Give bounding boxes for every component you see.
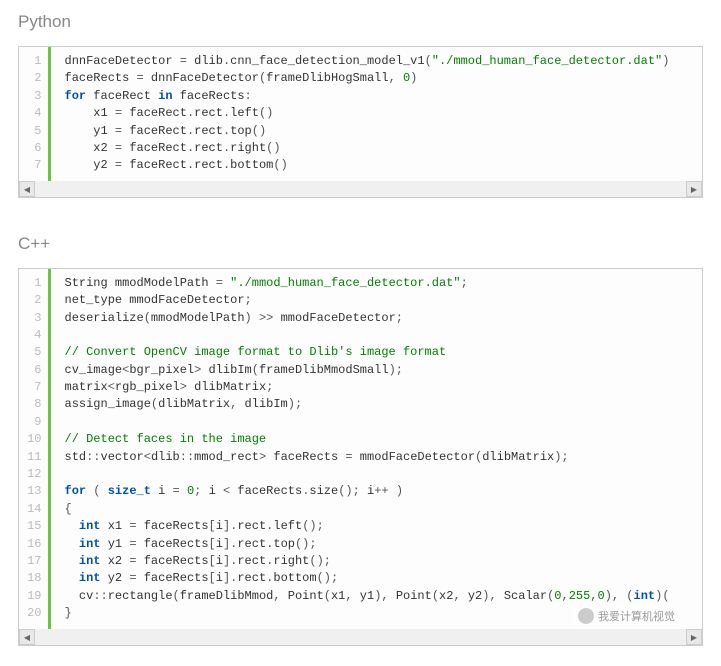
code-line: 3deserialize(mmodModelPath) >> mmodFaceD… [19, 310, 670, 327]
code-line: 4 x1 = faceRect.rect.left() [19, 105, 669, 122]
line-number: 14 [19, 501, 49, 518]
line-number: 16 [19, 536, 49, 553]
code-content: for ( size_t i = 0; i < faceRects.size()… [49, 483, 670, 500]
line-number: 4 [19, 327, 49, 344]
line-number: 3 [19, 88, 49, 105]
code-line: 9 [19, 414, 670, 431]
code-line: 1String mmodModelPath = "./mmod_human_fa… [19, 269, 670, 292]
line-number: 2 [19, 292, 49, 309]
scroll-track[interactable] [35, 181, 686, 197]
code-line: 7 y2 = faceRect.rect.bottom() [19, 157, 669, 180]
section-title-cpp: C++ [18, 234, 703, 254]
code-line: 12 [19, 466, 670, 483]
code-line: 3for faceRect in faceRects: [19, 88, 669, 105]
code-line: 16 int y1 = faceRects[i].rect.top(); [19, 536, 670, 553]
line-number: 2 [19, 70, 49, 87]
code-line: 5 y1 = faceRect.rect.top() [19, 123, 669, 140]
scroll-left-icon[interactable]: ◀ [19, 629, 35, 645]
code-content: int y2 = faceRects[i].rect.bottom(); [49, 570, 670, 587]
code-line: 2net_type mmodFaceDetector; [19, 292, 670, 309]
code-block-cpp: 1String mmodModelPath = "./mmod_human_fa… [18, 268, 703, 646]
line-number: 19 [19, 588, 49, 605]
code-line: 2faceRects = dnnFaceDetector(frameDlibHo… [19, 70, 669, 87]
line-number: 5 [19, 123, 49, 140]
code-content: String mmodModelPath = "./mmod_human_fac… [49, 269, 670, 292]
line-number: 6 [19, 140, 49, 157]
code-content [49, 327, 670, 344]
code-line: 19 cv::rectangle(frameDlibMmod, Point(x1… [19, 588, 670, 605]
code-content: x1 = faceRect.rect.left() [49, 105, 669, 122]
line-number: 18 [19, 570, 49, 587]
code-content: int y1 = faceRects[i].rect.top(); [49, 536, 670, 553]
code-scroll-area[interactable]: 1dnnFaceDetector = dlib.cnn_face_detecti… [19, 47, 702, 181]
scroll-right-icon[interactable]: ▶ [686, 181, 702, 197]
line-number: 15 [19, 518, 49, 535]
code-line: 8assign_image(dlibMatrix, dlibIm); [19, 396, 670, 413]
line-number: 20 [19, 605, 49, 628]
code-line: 14{ [19, 501, 670, 518]
code-line: 1dnnFaceDetector = dlib.cnn_face_detecti… [19, 47, 669, 70]
scroll-left-icon[interactable]: ◀ [19, 181, 35, 197]
code-scroll-area[interactable]: 1String mmodModelPath = "./mmod_human_fa… [19, 269, 702, 629]
code-content: dnnFaceDetector = dlib.cnn_face_detectio… [49, 47, 669, 70]
line-number: 1 [19, 269, 49, 292]
code-content: matrix<rgb_pixel> dlibMatrix; [49, 379, 670, 396]
line-number: 4 [19, 105, 49, 122]
line-number: 3 [19, 310, 49, 327]
code-content: { [49, 501, 670, 518]
code-line: 13for ( size_t i = 0; i < faceRects.size… [19, 483, 670, 500]
cpp-section: C++ 1String mmodModelPath = "./mmod_huma… [18, 234, 703, 646]
code-block-python: 1dnnFaceDetector = dlib.cnn_face_detecti… [18, 46, 703, 198]
code-line: 11std::vector<dlib::mmod_rect> faceRects… [19, 449, 670, 466]
line-number: 6 [19, 362, 49, 379]
code-content: // Convert OpenCV image format to Dlib's… [49, 344, 670, 361]
code-line: 15 int x1 = faceRects[i].rect.left(); [19, 518, 670, 535]
line-number: 11 [19, 449, 49, 466]
code-content: // Detect faces in the image [49, 431, 670, 448]
code-line: 18 int y2 = faceRects[i].rect.bottom(); [19, 570, 670, 587]
line-number: 1 [19, 47, 49, 70]
line-number: 10 [19, 431, 49, 448]
code-line: 10// Detect faces in the image [19, 431, 670, 448]
code-line: 20} [19, 605, 670, 628]
line-number: 12 [19, 466, 49, 483]
code-line: 7matrix<rgb_pixel> dlibMatrix; [19, 379, 670, 396]
code-line: 5// Convert OpenCV image format to Dlib'… [19, 344, 670, 361]
python-section: Python 1dnnFaceDetector = dlib.cnn_face_… [18, 12, 703, 198]
code-content: cv::rectangle(frameDlibMmod, Point(x1, y… [49, 588, 670, 605]
line-number: 5 [19, 344, 49, 361]
code-content: y1 = faceRect.rect.top() [49, 123, 669, 140]
code-content: int x1 = faceRects[i].rect.left(); [49, 518, 670, 535]
line-number: 9 [19, 414, 49, 431]
code-line: 6 x2 = faceRect.rect.right() [19, 140, 669, 157]
line-number: 8 [19, 396, 49, 413]
code-line: 6cv_image<bgr_pixel> dlibIm(frameDlibMmo… [19, 362, 670, 379]
code-table-cpp: 1String mmodModelPath = "./mmod_human_fa… [19, 269, 670, 629]
code-content: cv_image<bgr_pixel> dlibIm(frameDlibMmod… [49, 362, 670, 379]
line-number: 17 [19, 553, 49, 570]
code-content: y2 = faceRect.rect.bottom() [49, 157, 669, 180]
code-content: x2 = faceRect.rect.right() [49, 140, 669, 157]
code-line: 17 int x2 = faceRects[i].rect.right(); [19, 553, 670, 570]
line-number: 7 [19, 157, 49, 180]
horizontal-scrollbar[interactable]: ◀ ▶ [19, 629, 702, 645]
horizontal-scrollbar[interactable]: ◀ ▶ [19, 181, 702, 197]
code-content: std::vector<dlib::mmod_rect> faceRects =… [49, 449, 670, 466]
code-content: int x2 = faceRects[i].rect.right(); [49, 553, 670, 570]
section-title-python: Python [18, 12, 703, 32]
code-line: 4 [19, 327, 670, 344]
scroll-track[interactable] [35, 629, 686, 645]
code-content: faceRects = dnnFaceDetector(frameDlibHog… [49, 70, 669, 87]
line-number: 7 [19, 379, 49, 396]
code-content [49, 414, 670, 431]
code-content: net_type mmodFaceDetector; [49, 292, 670, 309]
scroll-right-icon[interactable]: ▶ [686, 629, 702, 645]
code-content: assign_image(dlibMatrix, dlibIm); [49, 396, 670, 413]
code-content: } [49, 605, 670, 628]
code-table-python: 1dnnFaceDetector = dlib.cnn_face_detecti… [19, 47, 669, 181]
code-content: deserialize(mmodModelPath) >> mmodFaceDe… [49, 310, 670, 327]
code-content [49, 466, 670, 483]
line-number: 13 [19, 483, 49, 500]
code-content: for faceRect in faceRects: [49, 88, 669, 105]
